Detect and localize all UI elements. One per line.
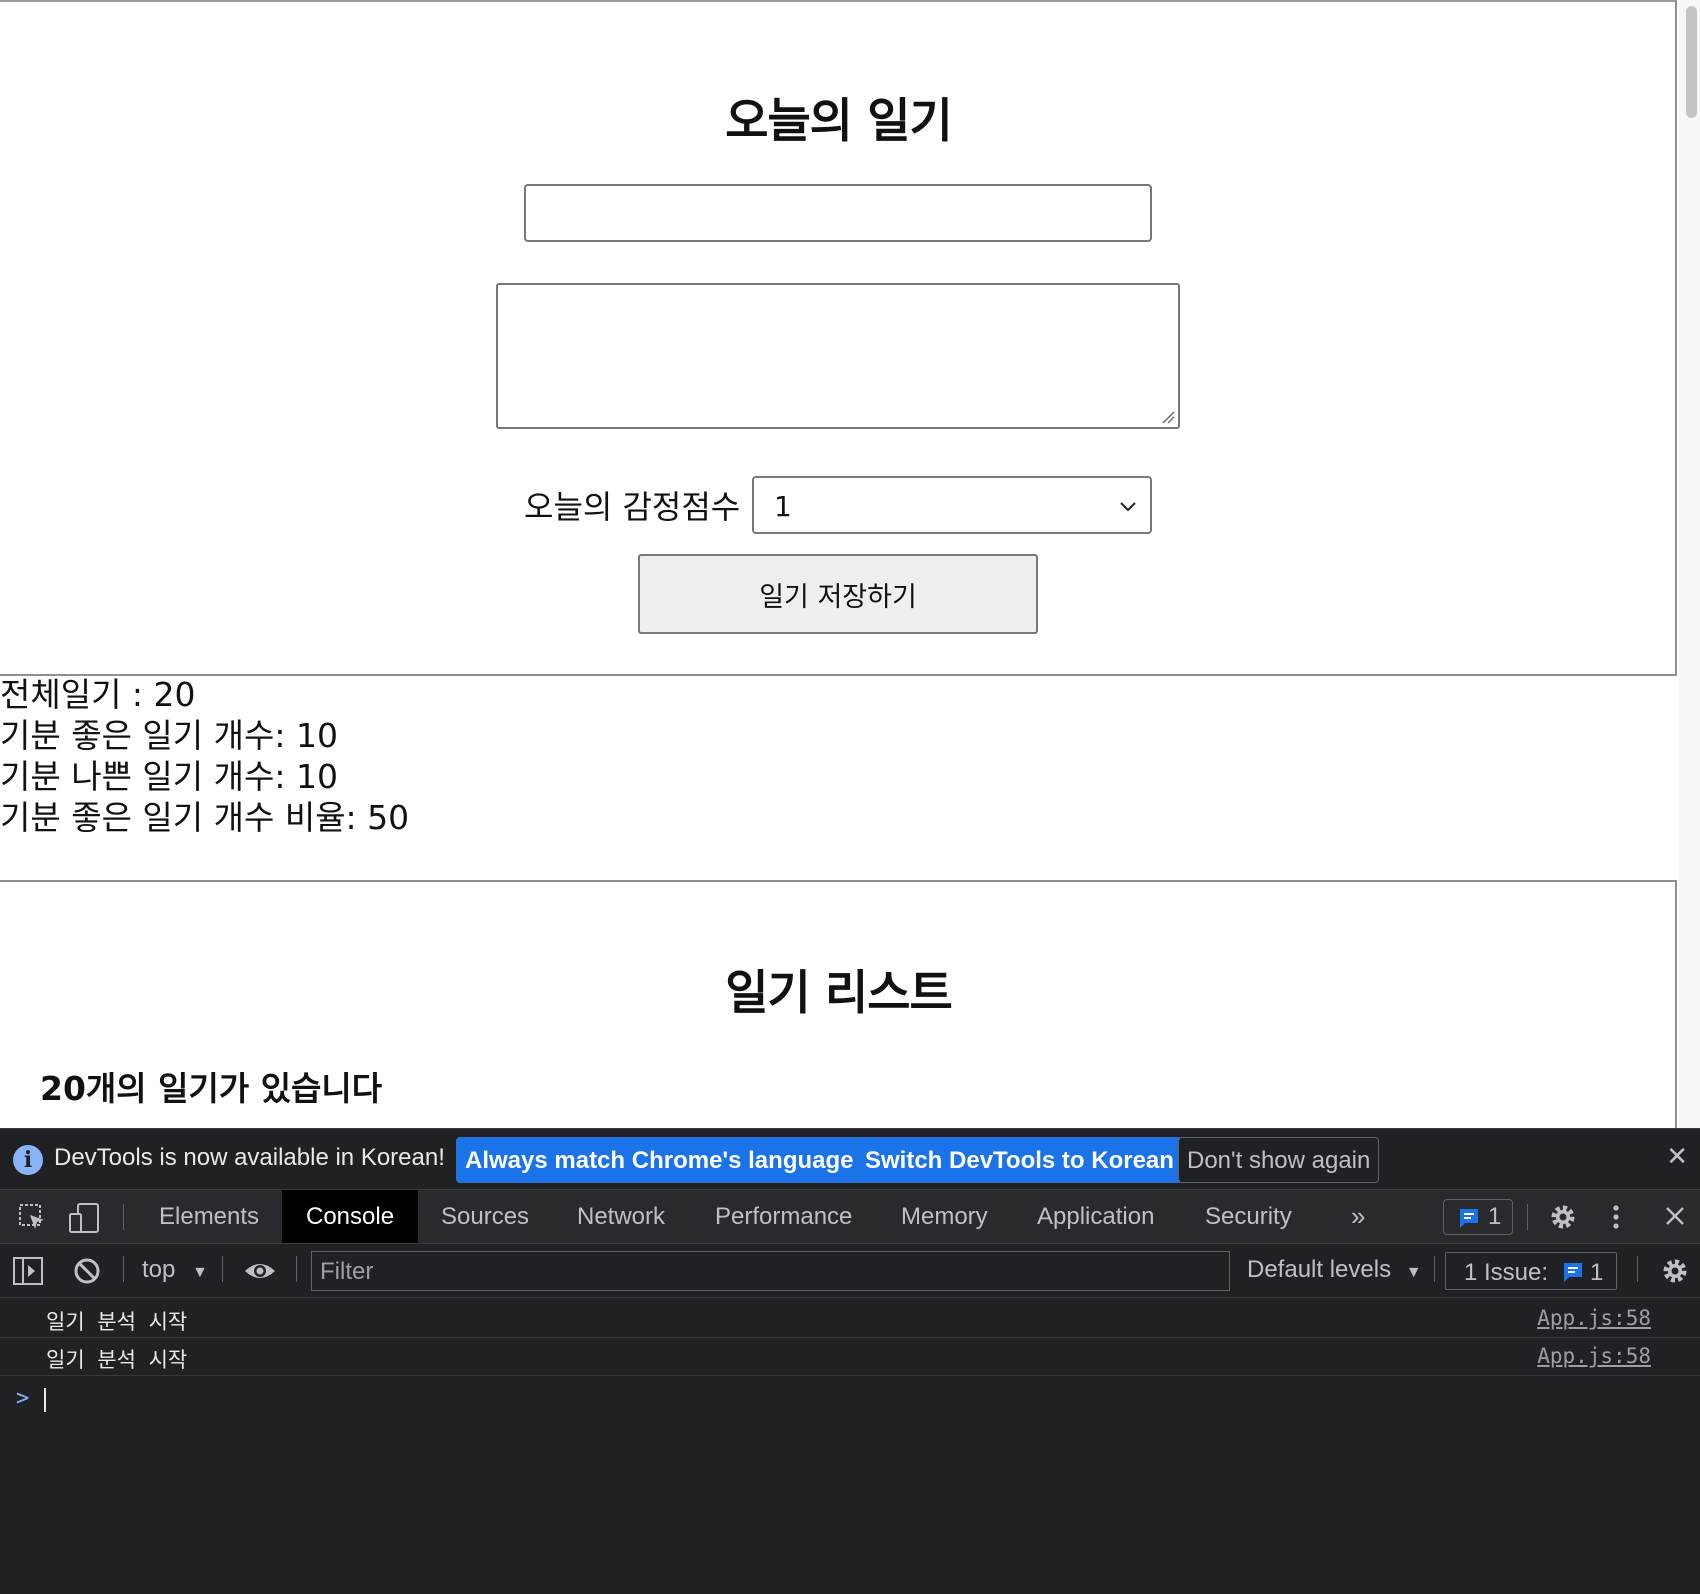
tab-memory[interactable]: Memory xyxy=(901,1190,988,1243)
stat-bad-count: 기분 나쁜 일기 개수: 10 xyxy=(0,757,338,796)
tab-security[interactable]: Security xyxy=(1205,1190,1292,1243)
tab-elements[interactable]: Elements xyxy=(159,1190,259,1243)
author-input[interactable] xyxy=(524,184,1152,242)
toolbar-divider xyxy=(222,1256,223,1282)
list-title: 일기 리스트 xyxy=(725,966,953,1021)
devtools-language-infobar: i DevTools is now available in Korean! A… xyxy=(0,1128,1700,1190)
console-prompt-icon: > xyxy=(16,1386,30,1411)
page-area: 오늘의 일기 오늘의 감정점수 : 1 일기 저장하기 전체일기 : 20 기분… xyxy=(0,0,1700,1128)
dropdown-arrow-icon: ▼ xyxy=(192,1264,208,1281)
console-filterbar: top ▼ Filter Default levels ▼ 1 Issue: 1 xyxy=(0,1244,1700,1298)
editor-title: 오늘의 일기 xyxy=(725,94,953,149)
diary-stats: 전체일기 : 20 기분 좋은 일기 개수: 10 기분 나쁜 일기 개수: 1… xyxy=(0,674,409,838)
toolbar-divider xyxy=(296,1256,297,1282)
toolbar-divider xyxy=(1434,1256,1435,1282)
console-log-row: 일기 분석 시작 App.js:58 xyxy=(0,1300,1700,1338)
tab-console[interactable]: Console xyxy=(282,1190,419,1243)
console-settings-icon[interactable] xyxy=(1661,1257,1689,1285)
issues-button[interactable]: 1 Issue: 1 xyxy=(1445,1252,1617,1290)
save-button[interactable]: 일기 저장하기 xyxy=(638,554,1038,634)
log-levels-dropdown[interactable]: Default levels ▼ xyxy=(1247,1256,1422,1284)
switch-to-korean-button[interactable]: Switch DevTools to Korean xyxy=(856,1137,1183,1183)
dropdown-arrow-icon: ▼ xyxy=(1405,1264,1422,1281)
log-message: 일기 분석 시작 xyxy=(46,1310,188,1334)
emotion-select-value: 1 xyxy=(774,490,792,523)
emotion-select[interactable]: 1 xyxy=(752,476,1152,534)
devtools-panel: i DevTools is now available in Korean! A… xyxy=(0,1128,1700,1594)
dont-show-again-button[interactable]: Don't show again xyxy=(1178,1137,1380,1183)
tab-sources[interactable]: Sources xyxy=(441,1190,529,1243)
stat-good-count: 기분 좋은 일기 개수: 10 xyxy=(0,716,338,755)
console-input-caret[interactable] xyxy=(44,1388,46,1412)
sidebar-toggle-icon[interactable] xyxy=(13,1257,43,1285)
tab-performance[interactable]: Performance xyxy=(715,1190,852,1243)
issues-count: 1 xyxy=(1590,1259,1604,1286)
inspect-element-icon[interactable] xyxy=(18,1203,46,1231)
list-count: 20개의 일기가 있습니다 xyxy=(40,1069,383,1108)
context-selector[interactable]: top ▼ xyxy=(142,1256,208,1284)
console-log-row: 일기 분석 시작 App.js:58 xyxy=(0,1338,1700,1376)
context-selector-value: top xyxy=(142,1256,176,1283)
tab-network[interactable]: Network xyxy=(577,1190,665,1243)
messages-badge[interactable]: 1 xyxy=(1443,1199,1513,1235)
clear-console-icon[interactable] xyxy=(73,1257,101,1285)
device-toolbar-icon[interactable] xyxy=(68,1203,100,1233)
filter-input[interactable]: Filter xyxy=(311,1251,1230,1291)
log-source-link[interactable]: App.js:58 xyxy=(1537,1306,1651,1330)
always-match-language-button[interactable]: Always match Chrome's language xyxy=(456,1137,863,1183)
tab-application[interactable]: Application xyxy=(1037,1190,1154,1243)
devtools-tabbar: Elements Console Sources Network Perform… xyxy=(0,1190,1700,1244)
page-scrollbar[interactable] xyxy=(1679,0,1700,1128)
more-options-icon[interactable] xyxy=(1610,1203,1622,1231)
infobar-close-icon[interactable]: ✕ xyxy=(1666,1141,1688,1172)
toolbar-divider xyxy=(1637,1256,1638,1282)
gear-icon[interactable] xyxy=(1549,1203,1577,1231)
close-devtools-icon[interactable] xyxy=(1664,1205,1686,1227)
toolbar-divider xyxy=(123,1256,124,1282)
page-viewport: 오늘의 일기 오늘의 감정점수 : 1 일기 저장하기 전체일기 : 20 기분… xyxy=(0,0,1677,1128)
chevron-down-icon xyxy=(1120,502,1136,512)
infobar-message: DevTools is now available in Korean! xyxy=(54,1144,445,1171)
eye-icon[interactable] xyxy=(243,1259,277,1283)
log-levels-label: Default levels xyxy=(1247,1256,1392,1283)
stat-good-ratio: 기분 좋은 일기 개수 비율: 50 xyxy=(0,798,410,837)
page-scrollbar-thumb[interactable] xyxy=(1686,6,1697,118)
log-source-link[interactable]: App.js:58 xyxy=(1537,1344,1651,1368)
stat-total: 전체일기 : 20 xyxy=(0,675,196,714)
more-tabs-icon[interactable]: » xyxy=(1351,1190,1365,1243)
message-icon xyxy=(1564,1263,1582,1282)
messages-count: 1 xyxy=(1488,1203,1502,1230)
content-textarea[interactable] xyxy=(496,283,1180,429)
emotion-label: 오늘의 감정점수 : xyxy=(524,488,762,526)
message-icon xyxy=(1460,1209,1478,1228)
info-icon: i xyxy=(13,1145,43,1175)
save-button-label: 일기 저장하기 xyxy=(759,581,917,613)
issues-label: 1 Issue: xyxy=(1464,1259,1549,1286)
toolbar-divider xyxy=(123,1204,124,1230)
log-message: 일기 분석 시작 xyxy=(46,1348,188,1372)
toolbar-divider xyxy=(1527,1204,1528,1230)
resize-grip-icon[interactable] xyxy=(1161,410,1175,424)
